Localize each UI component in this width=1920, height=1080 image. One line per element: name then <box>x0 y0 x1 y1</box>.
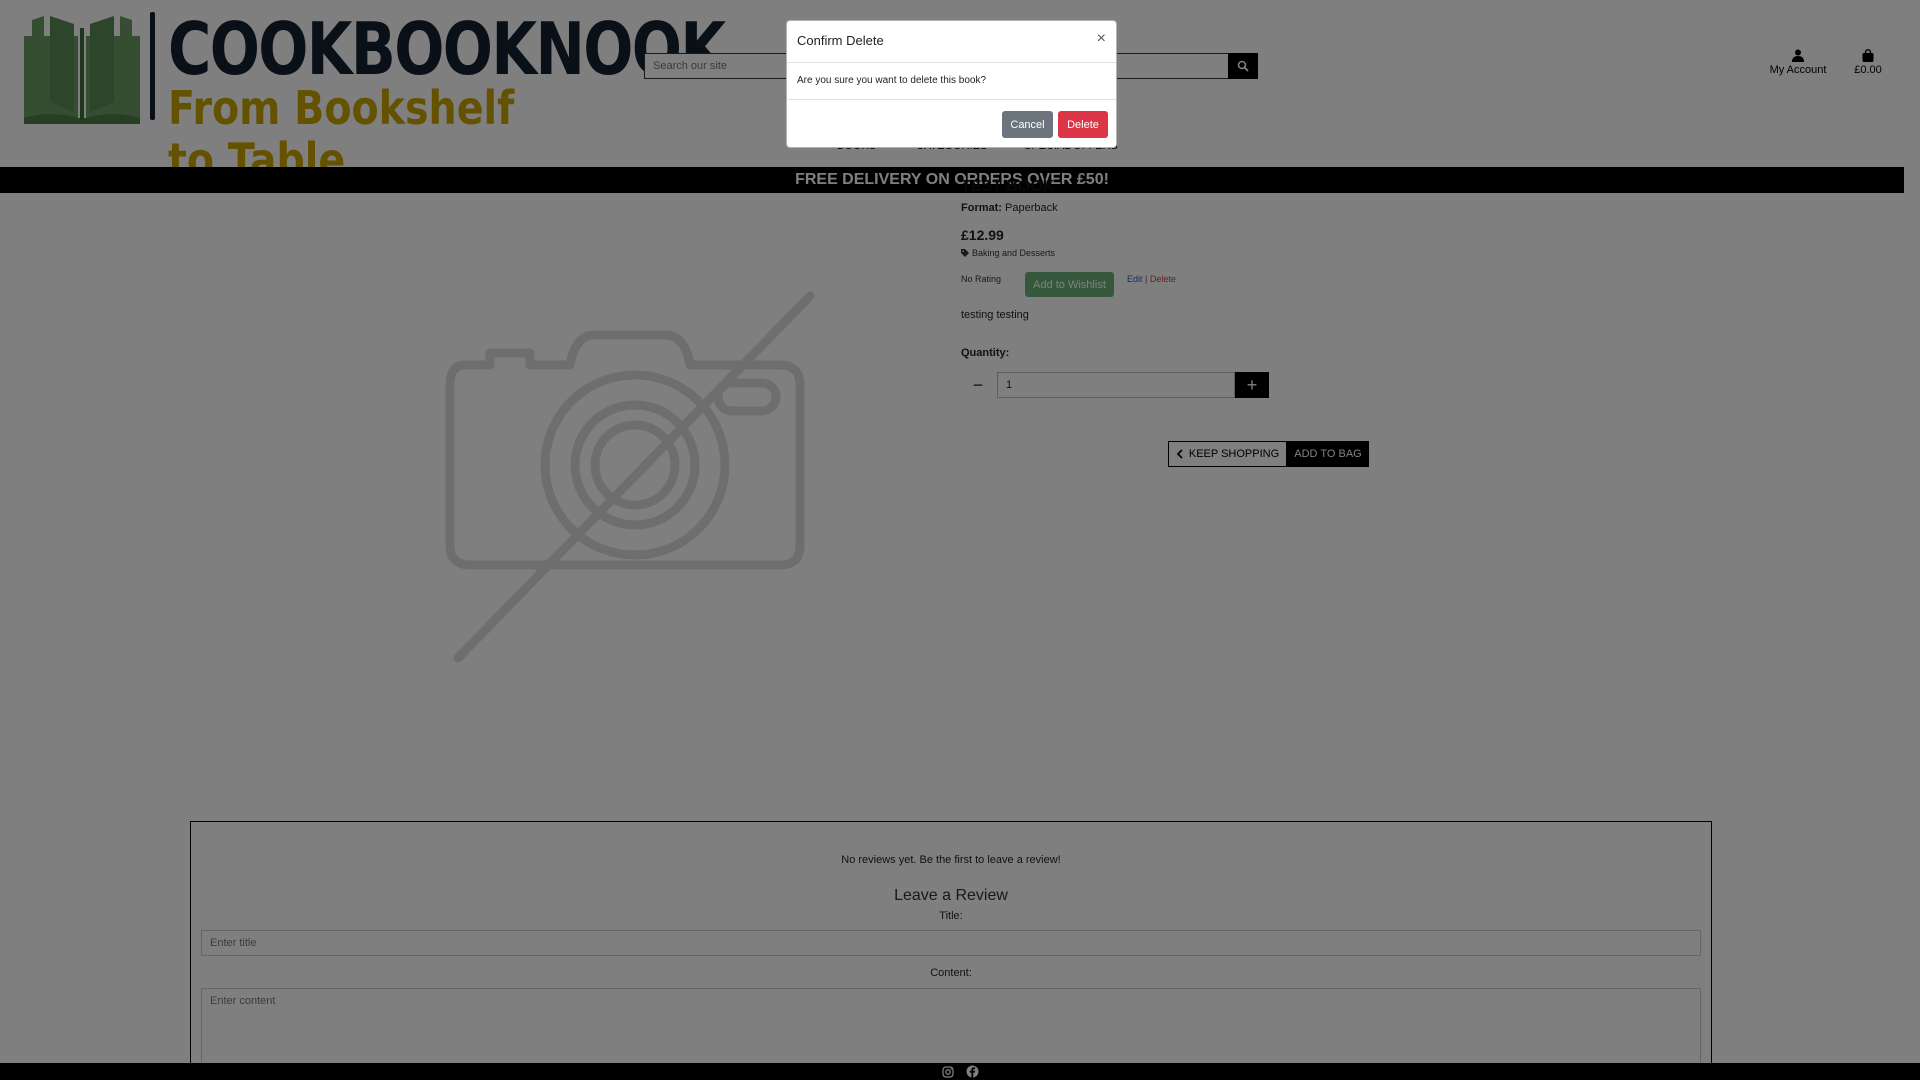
confirm-delete-modal: Confirm Delete × Are you sure you want t… <box>786 20 1117 148</box>
modal-footer: Cancel Delete <box>787 99 1116 149</box>
modal-title: Confirm Delete <box>797 33 884 48</box>
modal-header: Confirm Delete × <box>787 21 1116 63</box>
cancel-button[interactable]: Cancel <box>1002 111 1053 138</box>
modal-close-button[interactable]: × <box>1097 30 1106 48</box>
confirm-delete-button[interactable]: Delete <box>1058 111 1108 138</box>
modal-backdrop[interactable] <box>0 0 1920 1080</box>
modal-body-text: Are you sure you want to delete this boo… <box>797 75 987 86</box>
